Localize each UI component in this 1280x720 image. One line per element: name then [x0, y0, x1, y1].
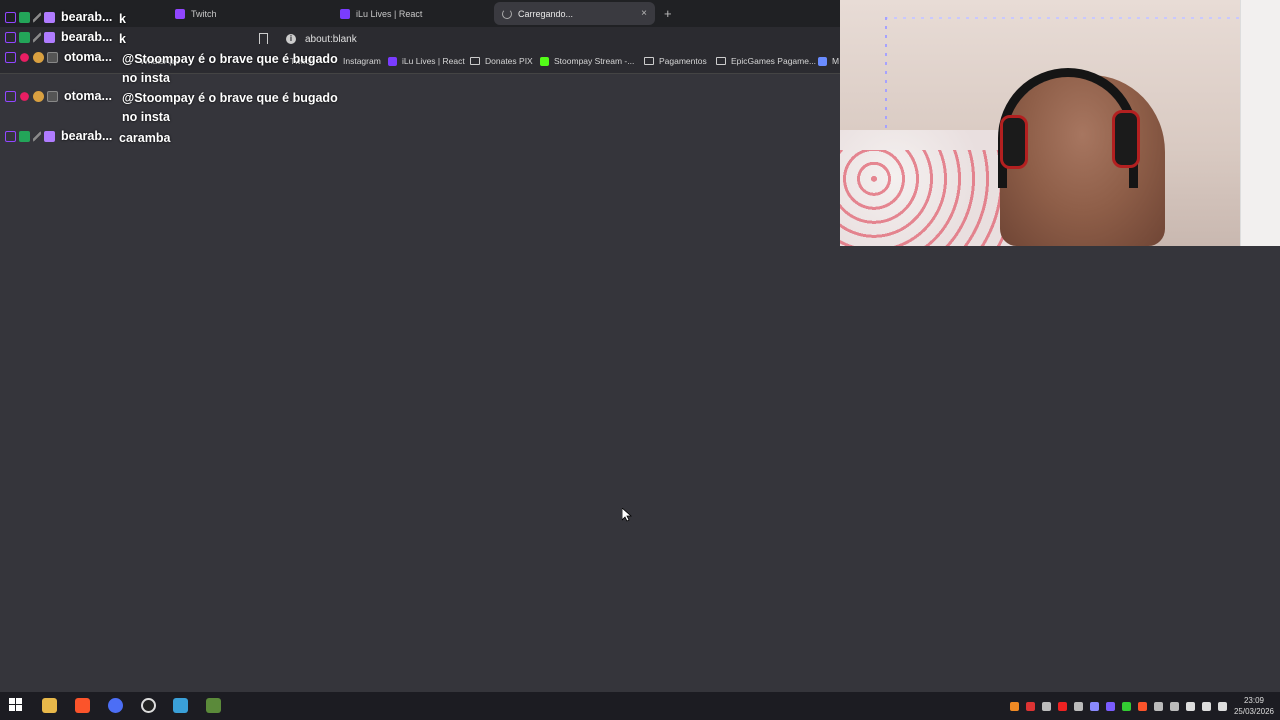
chat-username: otoma...	[64, 89, 112, 103]
verified-badge-icon	[19, 131, 30, 142]
custom-badge-icon	[47, 52, 58, 63]
volume-icon[interactable]	[1218, 702, 1227, 711]
chat-text: @Stoompay é o brave que é bugado no inst…	[122, 91, 338, 124]
webcam-feed	[840, 0, 1280, 246]
taskbar	[0, 692, 1280, 720]
verified-badge-icon	[19, 32, 30, 43]
twitch-badge-icon	[5, 12, 16, 23]
bookmark-icon	[818, 56, 827, 66]
microphone-icon[interactable]	[1186, 702, 1195, 711]
tab-label: Carregando...	[518, 8, 574, 19]
clock-time: 23:09	[1243, 696, 1264, 705]
bookmark-donates-pix[interactable]: Donates PIX	[470, 56, 533, 66]
bookmark-label: Pagamentos	[659, 56, 707, 66]
bookmark-ilu-lives[interactable]: iLu Lives | React	[388, 56, 465, 66]
bookmark-stoompay[interactable]: Stoompay Stream -...	[540, 56, 634, 66]
gift-badge-icon	[44, 131, 55, 142]
bookmark-label: iLu Lives | React	[402, 56, 465, 66]
chat-message: otoma... @Stoompay é o brave que é bugad…	[5, 50, 352, 88]
gift-badge-icon	[44, 32, 55, 43]
tray-mic-icon[interactable]	[1026, 702, 1035, 711]
chat-text: caramba	[119, 131, 171, 145]
chat-username: bearab...	[61, 129, 113, 143]
kick-icon	[540, 56, 549, 66]
twitch-badge-icon	[5, 91, 16, 102]
chrome-icon[interactable]	[108, 698, 123, 713]
chat-message: bearab... k	[5, 10, 349, 29]
bookmark-epicgames[interactable]: EpicGames Pagame...	[716, 56, 816, 66]
bookmark-label: EpicGames Pagame...	[731, 56, 817, 66]
hat-badge-icon	[33, 91, 44, 102]
app-icon[interactable]	[173, 698, 188, 713]
custom-badge-icon	[47, 91, 58, 102]
tray-discord-icon[interactable]	[1090, 702, 1099, 711]
heart-badge-icon	[18, 51, 31, 64]
clock-date: 25/03/2026	[1233, 707, 1274, 716]
loading-spinner-icon	[502, 8, 512, 19]
new-tab-button[interactable]: +	[664, 6, 672, 21]
close-tab-icon[interactable]: ×	[641, 8, 647, 19]
taskbar-clock[interactable]: 23:09 25/03/2026	[1234, 695, 1274, 717]
file-explorer-icon[interactable]	[42, 698, 57, 713]
tray-icon[interactable]	[1010, 702, 1019, 711]
led-lights	[885, 17, 1245, 19]
mouse-cursor-icon	[621, 507, 633, 527]
chat-message: bearab... caramba	[5, 129, 349, 148]
chat-username: bearab...	[61, 30, 113, 44]
chat-text: @Stoompay é o brave que é bugado no inst…	[122, 52, 338, 85]
hat-badge-icon	[33, 52, 44, 63]
headset-ear-right	[1112, 110, 1140, 168]
tray-icon[interactable]	[1154, 702, 1163, 711]
tab-loading[interactable]: Carregando... ×	[494, 2, 655, 25]
folder-icon	[470, 57, 480, 65]
bookmark-pagamentos[interactable]: Pagamentos	[644, 56, 707, 66]
tray-icon[interactable]	[1042, 702, 1051, 711]
twitch-badge-icon	[5, 32, 16, 43]
network-icon[interactable]	[1202, 702, 1211, 711]
tab-label: iLu Lives | React	[356, 8, 423, 19]
bookmark-label: Stoompay Stream -...	[554, 56, 635, 66]
chat-username: bearab...	[61, 10, 113, 24]
tray-icon[interactable]	[1074, 702, 1083, 711]
tray-icon[interactable]	[1122, 702, 1131, 711]
gift-badge-icon	[44, 12, 55, 23]
tray-icon[interactable]	[1170, 702, 1179, 711]
bookmark-m[interactable]: M	[818, 56, 839, 66]
tray-brave-icon[interactable]	[1138, 702, 1147, 711]
brave-icon[interactable]	[75, 698, 90, 713]
tray-icon[interactable]	[1106, 702, 1115, 711]
folder-icon	[644, 57, 654, 65]
chat-username: otoma...	[64, 50, 112, 64]
chat-text: k	[119, 32, 126, 46]
windows-start-icon[interactable]	[9, 698, 24, 713]
twitch-badge-icon	[5, 52, 16, 63]
bookmark-label: Donates PIX	[485, 56, 533, 66]
chat-message: otoma... @Stoompay é o brave que é bugad…	[5, 89, 352, 127]
chat-message: bearab... k	[5, 30, 349, 49]
wardrobe	[1240, 0, 1280, 246]
bedsheet-pattern	[840, 150, 1010, 246]
ilu-icon	[388, 56, 397, 66]
twitch-badge-icon	[5, 131, 16, 142]
sword-badge-icon	[33, 32, 41, 43]
chat-text: k	[119, 12, 126, 26]
bookmark-label: M	[832, 56, 840, 66]
heart-badge-icon	[18, 90, 31, 103]
minecraft-icon[interactable]	[206, 698, 221, 713]
headset-ear-left	[1000, 115, 1028, 169]
obs-icon[interactable]	[141, 698, 156, 713]
tray-record-icon[interactable]	[1058, 702, 1067, 711]
tab-ilu-lives[interactable]: iLu Lives | React	[340, 2, 422, 25]
sword-badge-icon	[33, 131, 41, 142]
folder-icon	[716, 57, 726, 65]
sword-badge-icon	[33, 12, 41, 23]
verified-badge-icon	[19, 12, 30, 23]
